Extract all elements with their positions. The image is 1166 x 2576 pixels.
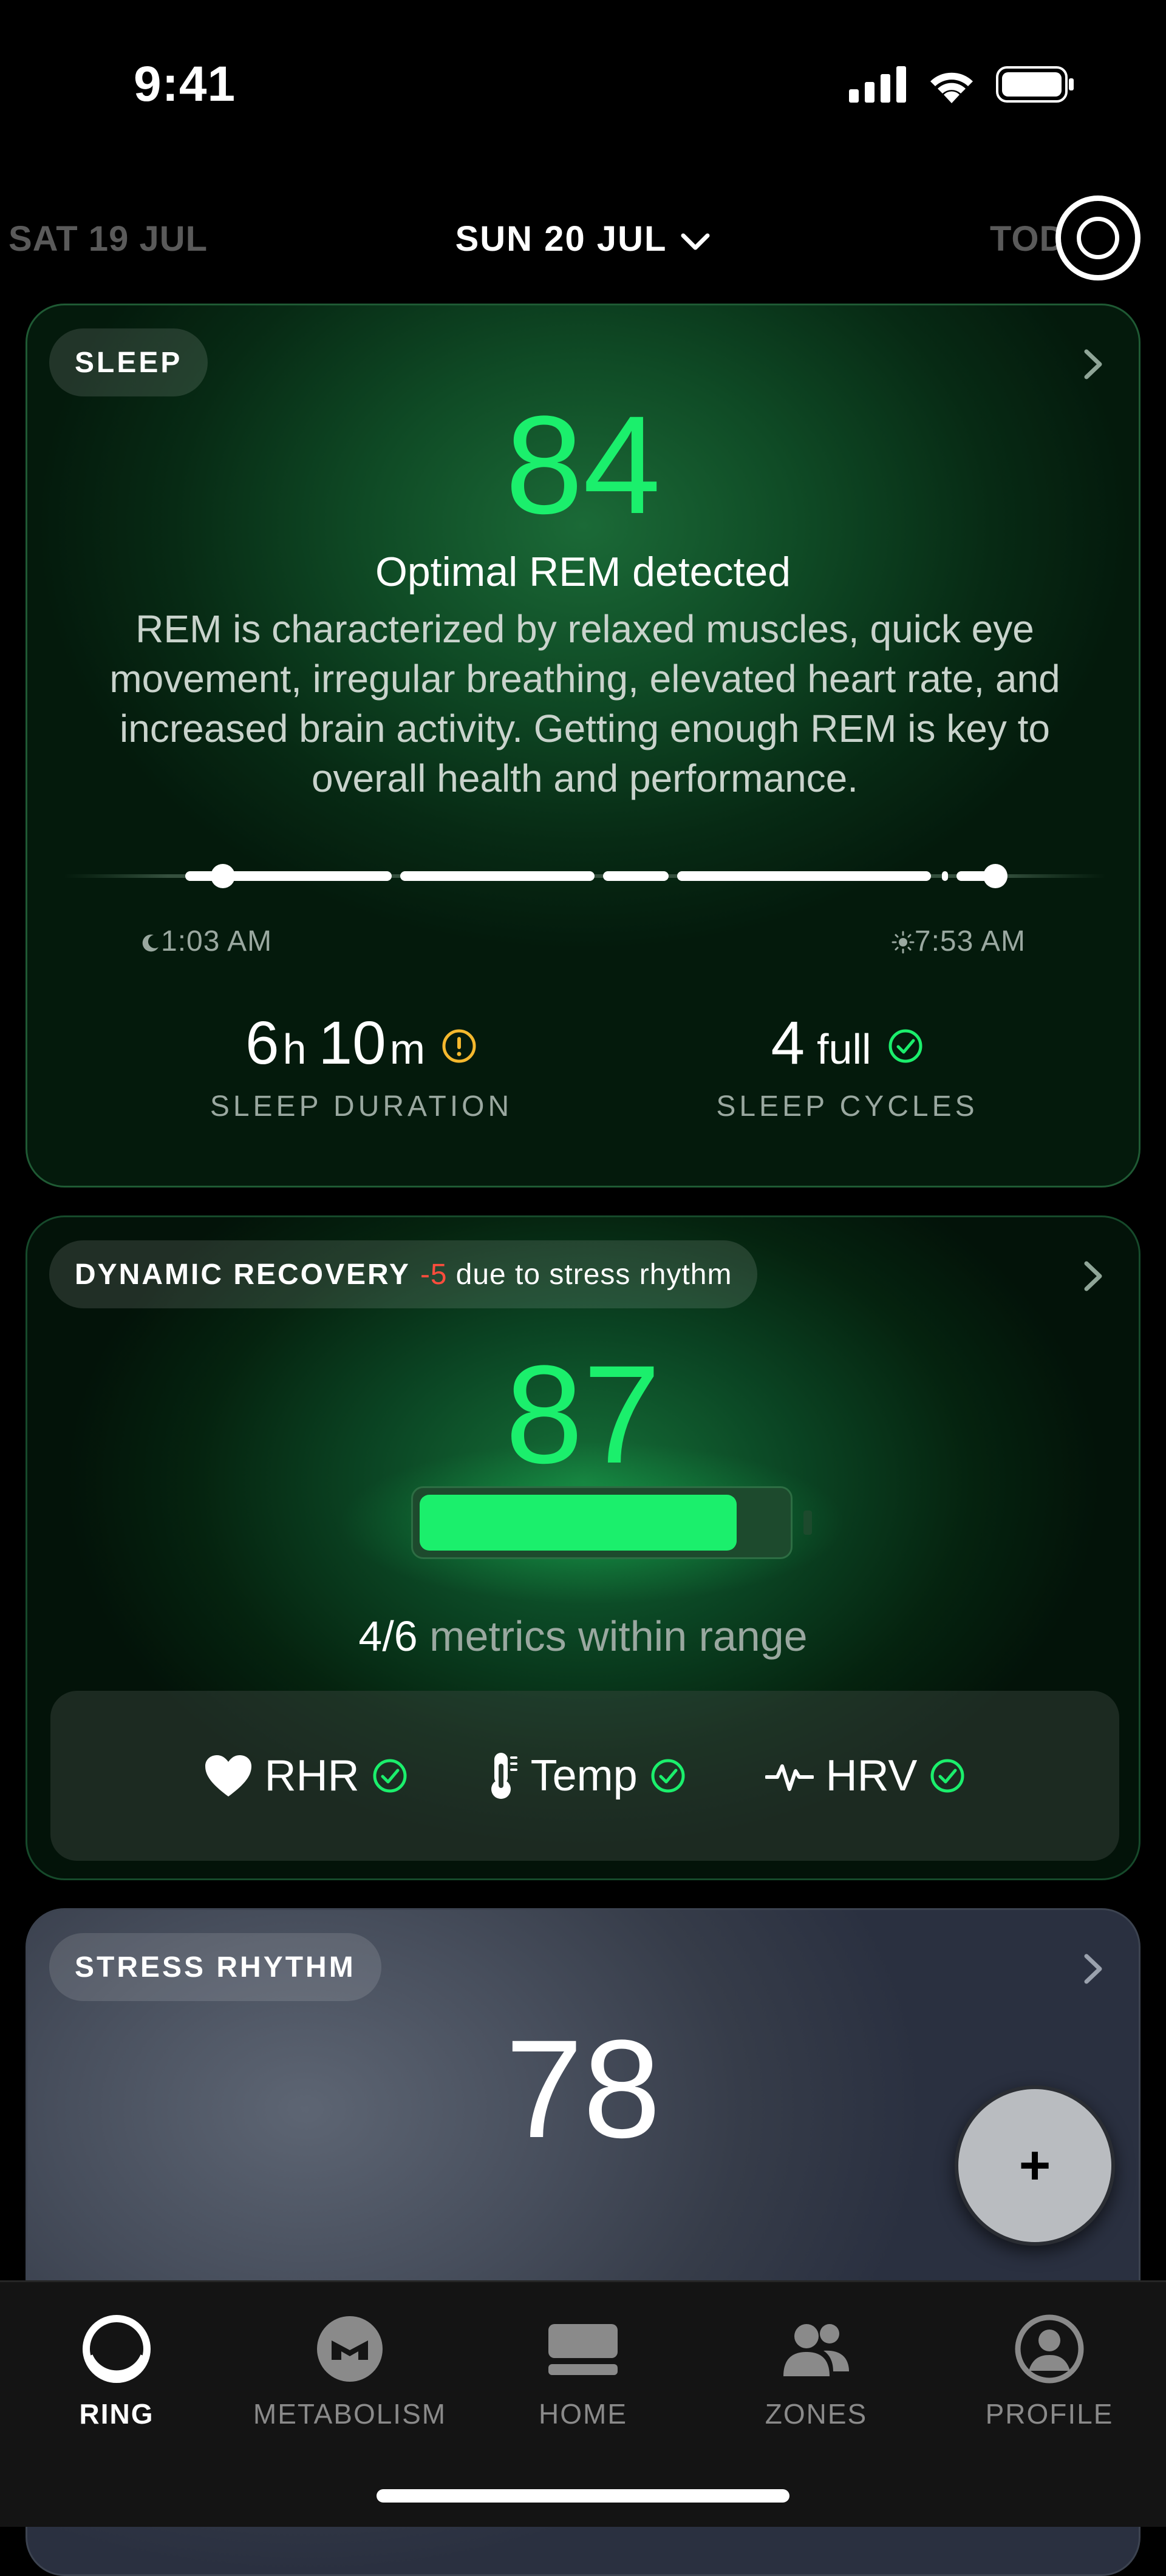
home-icon bbox=[548, 2324, 618, 2375]
plus-icon: + bbox=[1018, 2135, 1051, 2196]
check-icon bbox=[373, 1759, 407, 1793]
tab-profile-label: PROFILE bbox=[985, 2398, 1114, 2430]
check-icon bbox=[930, 1759, 964, 1793]
tab-profile[interactable]: PROFILE bbox=[933, 2306, 1166, 2430]
duration-minutes-unit: m bbox=[389, 1025, 426, 1073]
recovery-adjustment-note: due to stress rhythm bbox=[455, 1258, 732, 1291]
recovery-battery bbox=[337, 1441, 847, 1605]
stress-card-title: STRESS RHYTHM bbox=[49, 1933, 381, 2001]
recovery-card[interactable]: DYNAMIC RECOVERY -5 due to stress rhythm… bbox=[26, 1215, 1140, 1880]
metrics-summary: 4/6 metrics within range bbox=[27, 1612, 1139, 1660]
thermometer-icon bbox=[491, 1753, 517, 1799]
sleep-start: 1:03 AM bbox=[140, 925, 272, 958]
ring-icon bbox=[1077, 217, 1119, 259]
metric-temp-label: Temp bbox=[530, 1752, 638, 1800]
metric-rhr-label: RHR bbox=[264, 1752, 360, 1800]
ring-icon bbox=[83, 2315, 151, 2383]
wake-time: 7:53 AM bbox=[892, 925, 1026, 958]
recovery-adjustment: -5 bbox=[420, 1258, 448, 1291]
duration-hours-unit: h bbox=[282, 1025, 307, 1073]
tab-home[interactable]: HOME bbox=[466, 2306, 700, 2430]
chevron-right-icon bbox=[1084, 1954, 1102, 1984]
tab-home-label: HOME bbox=[539, 2398, 627, 2430]
metabolism-icon bbox=[317, 2316, 383, 2382]
sleep-duration-label: SLEEP DURATION bbox=[210, 1090, 513, 1123]
add-button[interactable]: + bbox=[955, 2085, 1115, 2246]
tab-metabolism-label: METABOLISM bbox=[253, 2398, 447, 2430]
tab-zones[interactable]: ZONES bbox=[700, 2306, 933, 2430]
chevron-right-icon bbox=[1084, 349, 1102, 379]
home-indicator bbox=[377, 2489, 789, 2503]
wake-time-value: 7:53 AM bbox=[914, 925, 1026, 957]
metric-temp: Temp bbox=[487, 1751, 686, 1801]
sleep-timeline bbox=[64, 864, 1106, 888]
profile-icon bbox=[1015, 2314, 1084, 2384]
pulse-icon bbox=[765, 1764, 814, 1791]
cycles-value: 4 bbox=[771, 1009, 805, 1077]
tab-metabolism[interactable]: METABOLISM bbox=[233, 2306, 466, 2430]
chevron-right-icon bbox=[1084, 1261, 1102, 1291]
sleep-headline: Optimal REM detected bbox=[375, 549, 791, 595]
sleep-card[interactable]: SLEEP 84 Optimal REM detected REM is cha… bbox=[26, 304, 1140, 1188]
status-icons bbox=[849, 66, 1075, 103]
metrics-count: 4/6 bbox=[358, 1613, 418, 1660]
check-icon bbox=[651, 1759, 685, 1793]
signal-icon bbox=[849, 66, 906, 103]
moon-icon bbox=[142, 934, 159, 952]
heart-icon bbox=[205, 1755, 251, 1796]
chevron-down-icon bbox=[681, 233, 710, 250]
metric-hrv-label: HRV bbox=[825, 1752, 918, 1800]
metrics-text: metrics within range bbox=[429, 1613, 808, 1660]
recovery-title-label: DYNAMIC RECOVERY bbox=[75, 1258, 411, 1291]
battery-status-icon bbox=[996, 66, 1074, 103]
battery-tip bbox=[803, 1511, 812, 1535]
recovery-card-title: DYNAMIC RECOVERY -5 due to stress rhythm bbox=[49, 1240, 758, 1308]
tab-ring-label: RING bbox=[79, 2398, 154, 2430]
sun-icon bbox=[892, 931, 915, 954]
check-icon bbox=[888, 1029, 922, 1063]
battery-fill bbox=[420, 1495, 737, 1551]
cycles-unit: full bbox=[817, 1025, 871, 1073]
tab-ring[interactable]: RING bbox=[0, 2306, 233, 2430]
metric-rhr: RHR bbox=[204, 1751, 408, 1801]
metric-hrv: HRV bbox=[765, 1751, 966, 1801]
duration-hours: 6 bbox=[245, 1009, 279, 1077]
tab-zones-label: ZONES bbox=[765, 2398, 868, 2430]
sleep-start-time: 1:03 AM bbox=[161, 925, 273, 957]
sleep-card-title: SLEEP bbox=[49, 328, 208, 396]
metrics-panel: RHR Temp HRV bbox=[50, 1691, 1119, 1861]
warning-icon bbox=[442, 1029, 476, 1063]
wifi-icon bbox=[930, 72, 973, 103]
sleep-duration: 6h 10 m SLEEP DURATION bbox=[149, 1010, 574, 1123]
ring-status-button[interactable] bbox=[1055, 195, 1140, 280]
sleep-cycles: 4 full SLEEP CYCLES bbox=[635, 1010, 1060, 1123]
sleep-score: 84 bbox=[505, 387, 661, 543]
status-time: 9:41 bbox=[134, 56, 236, 112]
duration-minutes: 10 bbox=[318, 1009, 386, 1077]
current-date-label: SUN 20 JUL bbox=[455, 219, 667, 259]
next-date[interactable]: TOD bbox=[990, 219, 1065, 259]
status-bar: 9:41 bbox=[0, 0, 1166, 158]
zones-icon bbox=[783, 2324, 849, 2376]
date-navigation: SAT 19 JUL SUN 20 JUL TOD bbox=[0, 206, 1166, 273]
sleep-cycles-label: SLEEP CYCLES bbox=[716, 1090, 978, 1123]
sleep-description: REM is characterized by relaxed muscles,… bbox=[109, 607, 1060, 800]
